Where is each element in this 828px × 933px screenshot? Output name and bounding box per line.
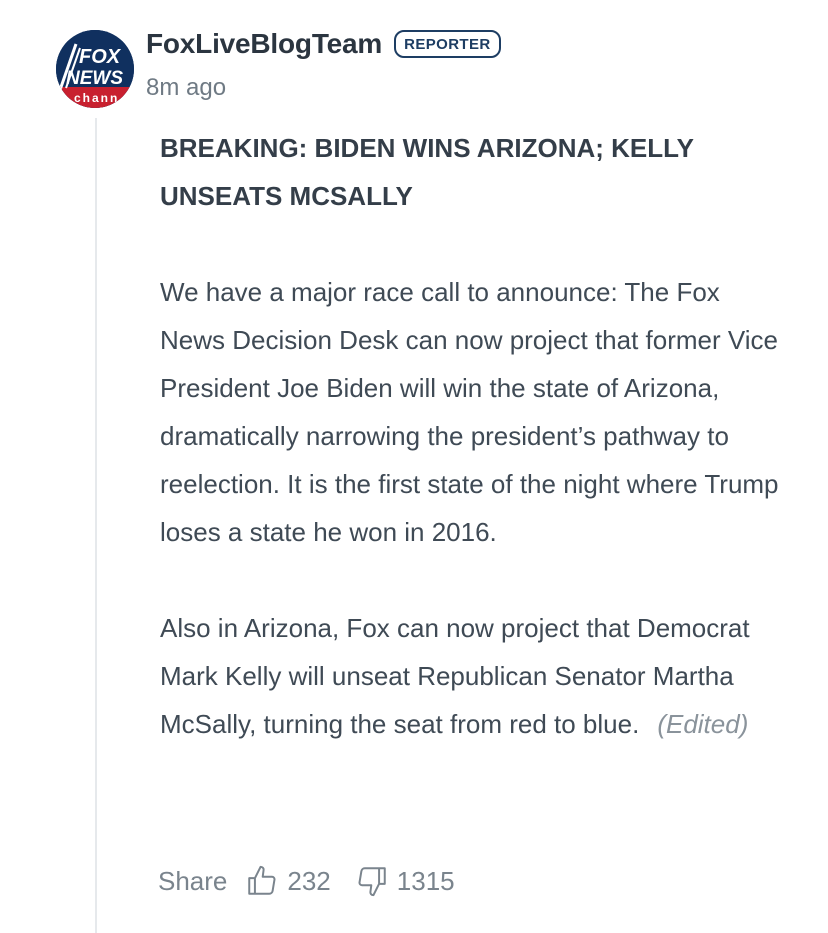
- svg-text:NEWS: NEWS: [66, 68, 123, 89]
- thumbs-down-icon: [358, 867, 386, 897]
- paragraph-2: Also in Arizona, Fox can now project tha…: [160, 604, 780, 748]
- thread-line: [95, 118, 97, 933]
- svg-text:FOX: FOX: [79, 46, 122, 68]
- svg-text:chann: chann: [74, 91, 119, 105]
- downvote-button[interactable]: 1315: [355, 864, 455, 898]
- upvote-count: 232: [287, 865, 331, 896]
- avatar[interactable]: FOX NEWS chann: [56, 30, 134, 108]
- author-name[interactable]: FoxLiveBlogTeam: [146, 28, 382, 60]
- paragraph-1: We have a major race call to announce: T…: [160, 277, 779, 547]
- thumbs-up-icon: [248, 865, 276, 895]
- comment-body: BREAKING: BIDEN WINS ARIZONA; KELLY UNSE…: [160, 124, 780, 748]
- share-button[interactable]: Share: [158, 866, 227, 897]
- comment: FOX NEWS chann FoxLiveBlogTeam REPORTER …: [0, 0, 828, 933]
- headline: BREAKING: BIDEN WINS ARIZONA; KELLY UNSE…: [160, 133, 694, 211]
- comment-actions: Share 232 1315: [158, 864, 455, 898]
- author-row: FoxLiveBlogTeam REPORTER: [146, 28, 501, 60]
- edited-label: (Edited): [657, 709, 749, 739]
- reporter-badge: REPORTER: [394, 30, 501, 58]
- downvote-count: 1315: [396, 865, 455, 896]
- timestamp[interactable]: 8m ago: [146, 74, 226, 102]
- fox-news-logo-icon: FOX NEWS chann: [56, 30, 134, 108]
- upvote-button[interactable]: 232: [245, 864, 354, 898]
